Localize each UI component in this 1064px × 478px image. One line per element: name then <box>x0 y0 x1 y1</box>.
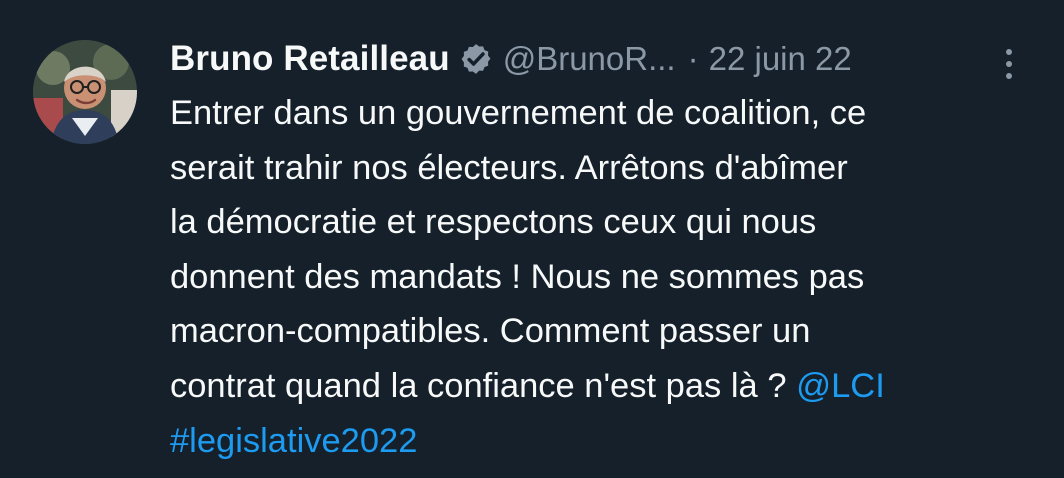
hashtag-link[interactable]: #legislative2022 <box>170 414 1030 469</box>
more-options-dots <box>1006 49 1012 79</box>
tweet-text-line-1: Entrer dans un gouvernement de coalition… <box>170 94 867 132</box>
tweet-text: Entrer dans un gouvernement de coalition… <box>170 86 1030 468</box>
tweet-text-line-6: contrat quand la confiance n'est pas là … <box>170 359 1030 414</box>
tweet-text-line-6-text: contrat quand la confiance n'est pas là … <box>170 366 797 405</box>
tweet-text-line-3: la démocratie et respectons ceux qui nou… <box>170 203 817 242</box>
tweet-text-line-5: macron-compatibles. Comment passer un <box>170 312 811 351</box>
avatar-image <box>33 40 137 144</box>
avatar[interactable] <box>33 40 137 144</box>
mention-link[interactable]: @LCI <box>796 367 885 405</box>
author-handle[interactable]: @BrunoR... <box>503 40 676 78</box>
more-options-icon[interactable] <box>1000 46 1018 82</box>
tweet-text-line-4: donnent des mandats ! Nous ne sommes pas <box>170 257 865 296</box>
tweet-date[interactable]: 22 juin 22 <box>709 40 852 78</box>
header-separator: · <box>687 40 699 77</box>
tweet-text-line-2: serait trahir nos électeurs. Arrêtons d'… <box>170 148 848 187</box>
author-display-name[interactable]: Bruno Retailleau <box>170 39 450 79</box>
verified-badge-icon-svg <box>461 44 491 74</box>
tweet-header: Bruno Retailleau @BrunoR... · 22 juin 22 <box>170 38 1030 80</box>
verified-badge-icon[interactable] <box>459 42 493 76</box>
